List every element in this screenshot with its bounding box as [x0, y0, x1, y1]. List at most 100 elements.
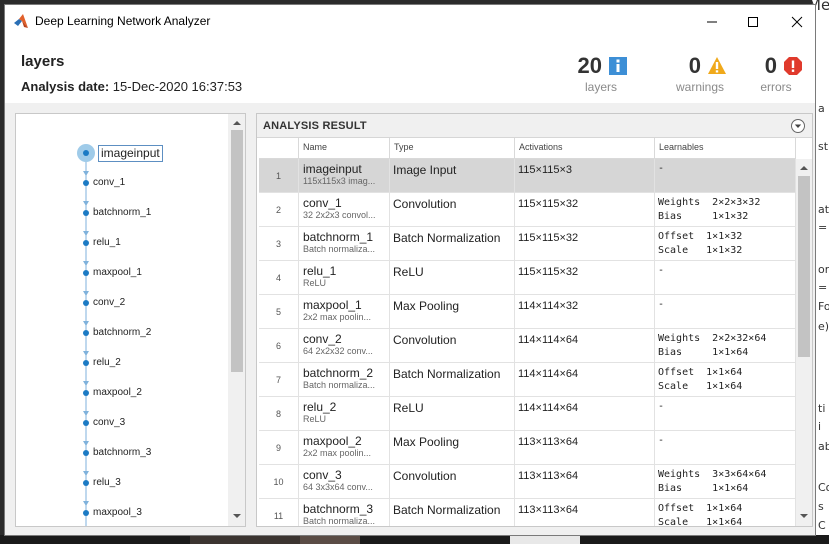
graph-node-label: conv_2 — [93, 297, 126, 308]
column-header-name[interactable]: Name — [299, 138, 390, 159]
layer-activations: 115×115×3 — [515, 159, 655, 193]
layer-type: Batch Normalization — [390, 227, 515, 261]
layer-name: conv_1 — [303, 196, 342, 210]
layer-name-cell: relu_2 ReLU — [299, 397, 390, 431]
network-graph-panel[interactable]: imageinput conv_1 batchnorm_1 relu_1 maxpool… — [15, 113, 246, 527]
table-row[interactable]: 5 maxpool_1 2x2 max poolin... Max Pooling 11… — [259, 295, 796, 329]
minimize-button[interactable] — [690, 9, 734, 35]
table-row[interactable]: 3 batchnorm_1 Batch normaliza... Batch Norm… — [259, 227, 796, 261]
warning-icon[interactable] — [707, 56, 727, 76]
row-index: 4 — [259, 261, 299, 295]
table-row[interactable]: 2 conv_1 32 2x2x3 convol... Convolution 115×… — [259, 193, 796, 227]
layer-activations: 114×114×64 — [515, 329, 655, 363]
background-taskbar-strip — [0, 535, 829, 544]
background-text: Fo — [818, 300, 829, 313]
layer-learnables: - — [655, 295, 796, 329]
maximize-button[interactable] — [731, 9, 775, 35]
warnings-label: warnings — [675, 80, 725, 94]
analysis-result-panel: ANALYSIS RESULT Name Type Activations Le… — [256, 113, 813, 527]
graph-node-dot — [83, 390, 89, 396]
table-row[interactable]: 1 imageinput 115x115x3 imag... Image Input 1… — [259, 159, 796, 193]
layer-type: ReLU — [390, 261, 515, 295]
graph-edge-arrow — [83, 471, 89, 476]
layer-learnables: - — [655, 397, 796, 431]
layer-name: batchnorm_2 — [303, 366, 374, 380]
column-header-learnables[interactable]: Learnables — [655, 138, 796, 159]
summary-header: layers Analysis date: 15-Dec-2020 16:37:… — [5, 37, 815, 103]
table-row[interactable]: 4 relu_1 ReLU ReLU 115×115×32- — [259, 261, 796, 295]
column-header-index[interactable] — [259, 138, 299, 159]
table-row[interactable]: 7 batchnorm_2 Batch normaliza... Batch Norm… — [259, 363, 796, 397]
info-icon[interactable] — [608, 56, 628, 76]
row-index: 11 — [259, 499, 299, 526]
layer-name: maxpool_1 — [303, 298, 362, 312]
layer-learnables: - — [655, 159, 796, 193]
layer-type: Convolution — [390, 465, 515, 499]
title-bar[interactable]: Deep Learning Network Analyzer — [5, 5, 815, 37]
layer-activations: 114×114×64 — [515, 363, 655, 397]
graph-edge-arrow — [83, 501, 89, 506]
layer-activations: 115×115×32 — [515, 193, 655, 227]
table-scroll-thumb[interactable] — [798, 176, 810, 357]
layer-name: batchnorm_3 — [303, 502, 374, 516]
graph-edge-arrow — [83, 201, 89, 206]
warnings-stat: 0 warnings — [665, 53, 735, 99]
graph-node-label: relu_3 — [93, 477, 121, 488]
background-text: = — [818, 281, 828, 294]
table-row[interactable]: 8 relu_2 ReLU ReLU 114×114×64- — [259, 397, 796, 431]
analysis-date-label: Analysis date: — [21, 79, 110, 94]
graph-node-dot — [83, 180, 89, 186]
analysis-date: Analysis date: 15-Dec-2020 16:37:53 — [21, 79, 242, 94]
table-row[interactable]: 6 conv_2 64 2x2x32 conv... Convolution 114×1… — [259, 329, 796, 363]
table-row[interactable]: 10 conv_3 64 3x3x64 conv... Convolution 113×… — [259, 465, 796, 499]
layer-activations: 113×113×64 — [515, 465, 655, 499]
table-row[interactable]: 9 maxpool_2 2x2 max poolin... Max Pooling 11… — [259, 431, 796, 465]
row-index: 8 — [259, 397, 299, 431]
graph-scrollbar[interactable] — [228, 114, 245, 526]
graph-node-label: maxpool_2 — [93, 387, 142, 398]
network-name: layers — [21, 53, 65, 70]
graph-edge-arrow — [83, 441, 89, 446]
layer-name-cell: maxpool_2 2x2 max poolin... — [299, 431, 390, 465]
row-index: 5 — [259, 295, 299, 329]
table-row[interactable]: 11 batchnorm_3 Batch normaliza... Batch Nor… — [259, 499, 796, 526]
row-index: 2 — [259, 193, 299, 227]
error-icon[interactable] — [783, 56, 803, 76]
graph-edge-arrow — [83, 381, 89, 386]
analysis-date-value: 15-Dec-2020 16:37:53 — [112, 79, 243, 94]
layer-description: 64 2x2x32 conv... — [303, 346, 373, 356]
table-scrollbar[interactable] — [796, 159, 812, 526]
layers-label: layers — [584, 80, 617, 94]
column-header-type[interactable]: Type — [390, 138, 515, 159]
layer-activations: 114×114×32 — [515, 295, 655, 329]
graph-scroll-thumb[interactable] — [231, 130, 243, 372]
graph-node-dot — [83, 480, 89, 486]
scroll-down-icon[interactable] — [232, 511, 242, 521]
scroll-up-icon[interactable] — [799, 163, 809, 173]
collapse-icon[interactable] — [790, 118, 806, 134]
close-button[interactable] — [775, 9, 819, 35]
row-index: 1 — [259, 159, 299, 193]
graph-node-dot — [83, 360, 89, 366]
background-text: Co — [818, 481, 829, 494]
errors-stat: 0 errors — [741, 53, 811, 99]
scroll-up-icon[interactable] — [232, 118, 242, 128]
layer-description: Batch normaliza... — [303, 380, 376, 390]
layer-activations: 113×113×64 — [515, 431, 655, 465]
background-text: i — [818, 420, 822, 433]
background-text: C — [818, 519, 826, 532]
graph-node-label: maxpool_3 — [93, 507, 142, 518]
row-index: 10 — [259, 465, 299, 499]
row-index: 6 — [259, 329, 299, 363]
graph-node-dot — [83, 150, 89, 156]
layer-description: ReLU — [303, 414, 327, 424]
layer-type: Convolution — [390, 329, 515, 363]
background-text: at — [818, 203, 829, 216]
graph-node-label: relu_2 — [93, 357, 121, 368]
graph-node-dot — [83, 510, 89, 516]
layer-type: Batch Normalization — [390, 363, 515, 397]
layer-description: 2x2 max poolin... — [303, 448, 372, 458]
layer-name-cell: relu_1 ReLU — [299, 261, 390, 295]
scroll-down-icon[interactable] — [799, 511, 809, 521]
column-header-activations[interactable]: Activations — [515, 138, 655, 159]
